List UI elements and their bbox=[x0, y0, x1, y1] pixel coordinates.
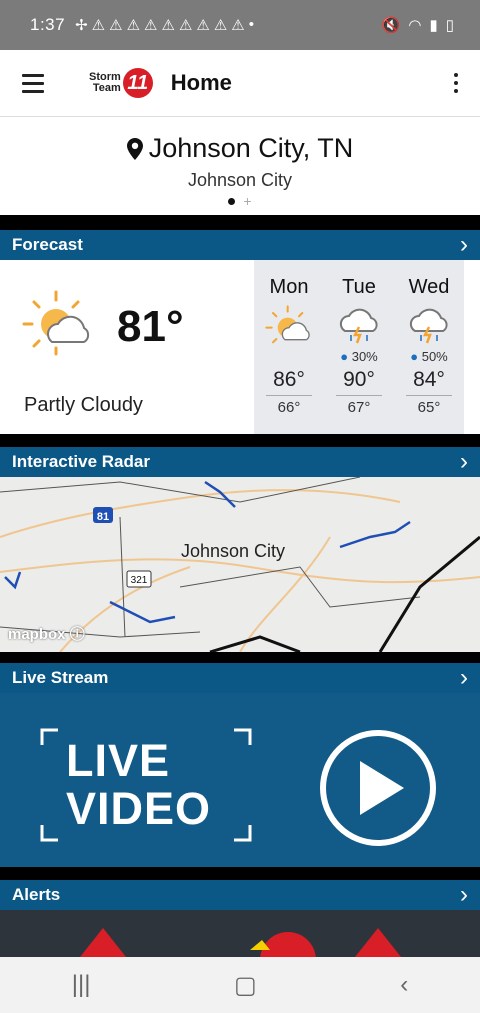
notification-icons: ✢ ⚠ ⚠ ⚠ ⚠ ⚠ ⚠ ⚠ ⚠ ⚠ • bbox=[75, 16, 254, 34]
live-stream-header[interactable]: Live Stream › bbox=[0, 663, 480, 693]
forecast-day-mon[interactable]: Mon 86° 66° bbox=[254, 260, 324, 434]
forecast-day-wed[interactable]: Wed ● 50% 84° 65° bbox=[394, 260, 464, 434]
radar-map[interactable]: 81 321 Johnson City mapbox ⓘ bbox=[0, 477, 480, 652]
slack-icon: ✢ bbox=[75, 17, 88, 34]
alerts-header-label: Alerts bbox=[12, 885, 61, 904]
home-icon[interactable]: ▢ bbox=[234, 971, 257, 1000]
status-bar: 1:37 ✢ ⚠ ⚠ ⚠ ⚠ ⚠ ⚠ ⚠ ⚠ ⚠ • 🔇 ◠ ▮ ▯ bbox=[0, 0, 480, 50]
low-temp: 65° bbox=[417, 399, 441, 416]
system-nav-bar: ||| ▢ ‹ bbox=[0, 957, 480, 1013]
info-icon[interactable]: ⓘ bbox=[70, 626, 85, 643]
thunderstorm-icon bbox=[409, 308, 448, 344]
warning-icon: ⚠ bbox=[91, 17, 106, 34]
raindrop-icon: ● bbox=[340, 349, 349, 364]
back-icon[interactable]: ‹ bbox=[400, 971, 408, 999]
alerts-header[interactable]: Alerts › bbox=[0, 880, 480, 910]
radar-header-label: Interactive Radar bbox=[12, 452, 150, 471]
page-title: Home bbox=[170, 70, 232, 95]
chevron-right-icon: › bbox=[460, 881, 468, 908]
chevron-right-icon: › bbox=[460, 448, 468, 475]
logo-words: Storm Team bbox=[89, 72, 121, 94]
signal-icon: ▮ bbox=[429, 17, 438, 34]
low-temp: 66° bbox=[277, 399, 301, 416]
partly-cloudy-icon bbox=[265, 305, 310, 344]
svg-text:81: 81 bbox=[97, 511, 109, 523]
location-city: Johnson City, TN bbox=[0, 133, 480, 164]
forecast-header[interactable]: Forecast › bbox=[0, 230, 480, 260]
map-city-label: Johnson City bbox=[181, 541, 286, 561]
alerts-image[interactable] bbox=[0, 910, 480, 957]
warning-icon: ⚠ bbox=[161, 17, 175, 34]
warning-icon: ⚠ bbox=[126, 17, 141, 34]
wifi-icon: ◠ bbox=[408, 17, 422, 34]
live-stream-header-label: Live Stream bbox=[12, 668, 109, 687]
live-video-banner[interactable]: LIVE VIDEO bbox=[0, 693, 480, 867]
precip-chance: ● 30% bbox=[340, 349, 378, 364]
chevron-right-icon: › bbox=[460, 664, 468, 691]
current-temp: 81° bbox=[117, 302, 184, 351]
logo-line2: Team bbox=[92, 82, 121, 94]
more-dot-icon: • bbox=[248, 16, 255, 33]
low-temp: 67° bbox=[347, 399, 371, 416]
logo-badge: 11 bbox=[122, 68, 153, 98]
warning-icon: ⚠ bbox=[144, 17, 158, 34]
partly-cloudy-icon bbox=[22, 290, 90, 356]
mute-icon: 🔇 bbox=[381, 17, 401, 34]
day-name: Mon bbox=[269, 276, 309, 298]
current-conditions: 81° Partly Cloudy bbox=[0, 260, 252, 434]
page-dot-active bbox=[228, 197, 236, 205]
current-condition: Partly Cloudy bbox=[24, 394, 143, 416]
location-header[interactable]: Johnson City, TN Johnson City + bbox=[0, 117, 480, 215]
live-video-text: LIVE VIDEO bbox=[66, 735, 212, 834]
raindrop-icon: ● bbox=[410, 349, 419, 364]
warning-icon: ⚠ bbox=[196, 17, 210, 34]
station-logo: Storm Team 11 bbox=[89, 68, 153, 98]
status-time: 1:37 bbox=[30, 15, 66, 34]
day-name: Wed bbox=[408, 276, 450, 298]
day-name: Tue bbox=[342, 276, 376, 298]
battery-icon: ▯ bbox=[445, 17, 454, 34]
high-temp: 84° bbox=[413, 368, 445, 391]
warning-icon: ⚠ bbox=[231, 17, 245, 34]
high-temp: 90° bbox=[343, 368, 375, 391]
play-icon bbox=[360, 761, 404, 815]
forecast-day-tue[interactable]: Tue ● 30% 90° 67° bbox=[324, 260, 394, 434]
precip-chance bbox=[254, 349, 324, 366]
menu-icon[interactable] bbox=[22, 73, 44, 93]
route-shield: 321 bbox=[126, 570, 152, 588]
app-bar: Storm Team 11 Home bbox=[0, 50, 480, 117]
location-city-text: Johnson City, TN bbox=[148, 133, 354, 163]
interstate-shield: 81 bbox=[93, 507, 113, 523]
svg-text:321: 321 bbox=[131, 575, 148, 586]
forecast-header-label: Forecast bbox=[12, 235, 83, 254]
precip-chance: ● 50% bbox=[410, 349, 448, 364]
thunderstorm-icon bbox=[339, 308, 378, 344]
alerts-graphic bbox=[80, 928, 401, 957]
mapbox-attribution[interactable]: mapbox ⓘ bbox=[8, 623, 85, 644]
page-indicator: + bbox=[0, 194, 480, 208]
chevron-right-icon: › bbox=[460, 231, 468, 258]
forecast-panel[interactable]: 81° Partly Cloudy Mon 86° 66° Tue ● 30% … bbox=[0, 260, 480, 434]
warning-icon: ⚠ bbox=[213, 17, 228, 34]
location-subtitle: Johnson City bbox=[187, 170, 293, 190]
location-pin-icon bbox=[126, 137, 143, 160]
system-icons: 🔇 ◠ ▮ ▯ bbox=[382, 16, 454, 34]
more-options-icon[interactable] bbox=[454, 73, 458, 93]
add-location-icon[interactable]: + bbox=[243, 194, 251, 208]
recents-icon[interactable]: ||| bbox=[72, 971, 91, 999]
warning-icon: ⚠ bbox=[109, 17, 123, 34]
warning-icon: ⚠ bbox=[178, 17, 193, 34]
high-temp: 86° bbox=[273, 368, 305, 391]
radar-header[interactable]: Interactive Radar › bbox=[0, 447, 480, 477]
